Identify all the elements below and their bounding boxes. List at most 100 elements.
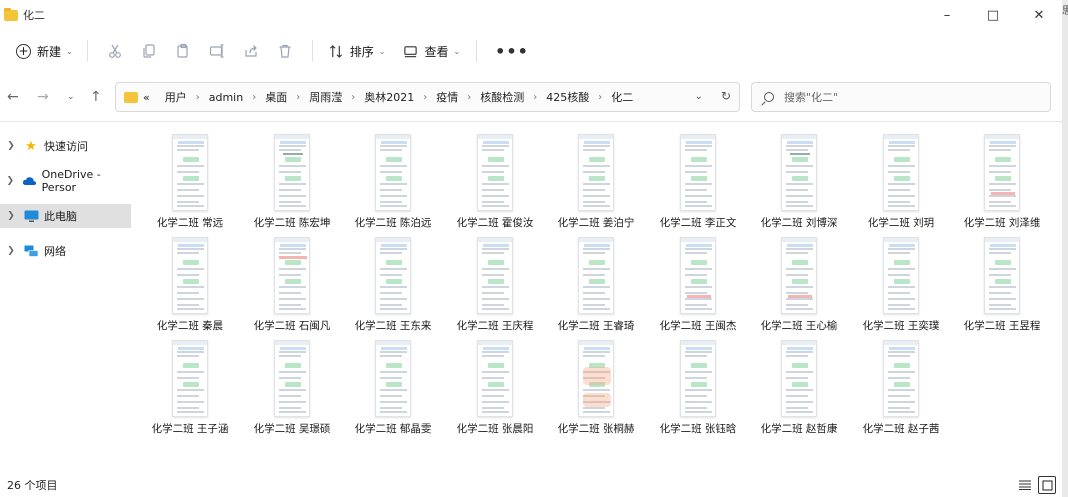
sidebar-item-label: 快速访问 (44, 140, 88, 153)
file-item[interactable]: 化学二班 陈宏坤 (242, 126, 342, 230)
refresh-icon[interactable]: ↻ (721, 89, 731, 103)
image-thumbnail (375, 134, 411, 211)
title-bar: 化二 – □ ✕ (0, 0, 1062, 30)
breadcrumb-item[interactable]: 425核酸 (546, 89, 589, 105)
file-item[interactable]: 化学二班 石闽凡 (242, 229, 342, 333)
breadcrumb-chevron-icon: › (252, 91, 257, 103)
file-item[interactable]: 化学二班 王闽杰 (648, 229, 748, 333)
background-window-edge: 思 (1062, 0, 1068, 497)
search-input[interactable]: 搜索"化二" (751, 82, 1051, 112)
recent-locations-icon[interactable]: ⌄ (67, 92, 75, 102)
breadcrumb-item[interactable]: 周雨滢 (309, 89, 342, 105)
view-button[interactable]: 查看 ⌄ (397, 37, 466, 65)
expand-chevron-icon[interactable]: ❯ (2, 141, 20, 151)
file-name: 化学二班 常远 (156, 217, 224, 229)
file-item[interactable]: 化学二班 陈泊远 (343, 126, 443, 230)
share-icon[interactable] (234, 37, 268, 65)
cut-icon[interactable] (98, 37, 132, 65)
image-thumbnail (984, 134, 1020, 211)
file-name: 化学二班 赵哲康 (760, 423, 838, 435)
breadcrumb-item[interactable]: 疫情 (436, 89, 458, 105)
image-thumbnail (274, 237, 310, 314)
close-button[interactable]: ✕ (1016, 0, 1062, 30)
details-view-button[interactable] (1016, 476, 1034, 494)
image-thumbnail (477, 340, 513, 417)
breadcrumb-item-current[interactable]: 化二 (611, 89, 633, 105)
image-thumbnail (680, 237, 716, 314)
file-name: 化学二班 陈泊远 (354, 217, 432, 229)
sort-button[interactable]: 排序 ⌄ (323, 37, 392, 65)
breadcrumb-overflow[interactable]: « (143, 91, 150, 104)
up-arrow-icon[interactable]: ↑ (90, 89, 102, 105)
file-item[interactable]: 化学二班 秦晨 (140, 229, 240, 333)
file-item[interactable]: 化学二班 王昱程 (952, 229, 1052, 333)
file-item[interactable]: 化学二班 王子涵 (140, 332, 240, 436)
file-name: 化学二班 秦晨 (156, 320, 224, 332)
file-name: 化学二班 王庆程 (456, 320, 534, 332)
delete-icon[interactable] (268, 37, 302, 65)
sidebar-item-network[interactable]: ❯ 网络 (0, 239, 131, 263)
sidebar-item-onedrive[interactable]: ❯ OneDrive - Persor (0, 168, 131, 194)
file-item[interactable]: 化学二班 赵哲康 (749, 332, 849, 436)
address-history-chevron-icon[interactable]: ⌄ (695, 91, 703, 102)
breadcrumb-chevron-icon: › (423, 91, 428, 103)
sidebar-item-label: OneDrive - Persor (41, 168, 101, 194)
large-icons-view-button[interactable] (1038, 476, 1056, 494)
file-item[interactable]: 化学二班 刘博深 (749, 126, 849, 230)
file-name: 化学二班 王奕璞 (862, 320, 940, 332)
file-name: 化学二班 陈宏坤 (253, 217, 331, 229)
expand-chevron-icon[interactable]: ❯ (2, 211, 20, 221)
back-arrow-icon[interactable]: ← (7, 89, 19, 105)
file-item[interactable]: 化学二班 王心榆 (749, 229, 849, 333)
explorer-window: 化二 – □ ✕ + 新建 ⌄ 排序 ⌄ 查看 ⌄ ••• ← → ⌄ ↑ « … (0, 0, 1062, 497)
breadcrumb-item[interactable]: 用户 (165, 89, 187, 105)
sidebar-item-quick-access[interactable]: ❯ ★ 快速访问 (0, 134, 131, 158)
file-item[interactable]: 化学二班 郁晶雯 (343, 332, 443, 436)
paste-icon[interactable] (166, 37, 200, 65)
file-name: 化学二班 吴璟硕 (253, 423, 331, 435)
rename-icon[interactable] (200, 37, 234, 65)
file-item[interactable]: 化学二班 赵子茜 (851, 332, 951, 436)
file-name: 化学二班 赵子茜 (862, 423, 940, 435)
file-item[interactable]: 化学二班 姜泊宁 (546, 126, 646, 230)
image-thumbnail (578, 237, 614, 314)
breadcrumb-item[interactable]: admin (209, 91, 243, 104)
file-item[interactable]: 化学二班 张晨阳 (445, 332, 545, 436)
breadcrumb-item[interactable]: 核酸检测 (480, 89, 524, 105)
file-item[interactable]: 化学二班 李正文 (648, 126, 748, 230)
file-item[interactable]: 化学二班 常远 (140, 126, 240, 230)
forward-arrow-icon[interactable]: → (37, 89, 49, 105)
file-item[interactable]: 化学二班 王睿琦 (546, 229, 646, 333)
breadcrumb-item[interactable]: 奥林2021 (364, 89, 414, 105)
image-thumbnail (984, 237, 1020, 314)
minimize-button[interactable]: – (924, 0, 970, 30)
chevron-down-icon: ⌄ (66, 46, 73, 56)
chevron-down-icon: ⌄ (453, 46, 461, 56)
file-item[interactable]: 化学二班 刘泽维 (952, 126, 1052, 230)
folder-icon (4, 7, 18, 21)
file-item[interactable]: 化学二班 张钰晗 (648, 332, 748, 436)
image-thumbnail (781, 237, 817, 314)
file-item[interactable]: 化学二班 王东来 (343, 229, 443, 333)
file-item[interactable]: 化学二班 王奕璞 (851, 229, 951, 333)
maximize-button[interactable]: □ (970, 0, 1016, 30)
address-bar[interactable]: « 用户 › admin › 桌面 › 周雨滢 › 奥林2021 › 疫情 › … (115, 82, 740, 112)
image-thumbnail (883, 134, 919, 211)
file-item[interactable]: 化学二班 吴璟硕 (242, 332, 342, 436)
new-button[interactable]: + 新建 ⌄ (12, 37, 77, 65)
sidebar-item-label: 此电脑 (44, 210, 77, 223)
breadcrumb-chevron-icon: › (598, 91, 603, 103)
file-item[interactable]: 化学二班 霍俊汝 (445, 126, 545, 230)
copy-icon[interactable] (132, 37, 166, 65)
more-options-button[interactable]: ••• (495, 42, 529, 61)
file-item[interactable]: 化学二班 张桐赫 (546, 332, 646, 436)
plus-icon: + (16, 43, 31, 59)
sidebar-item-this-pc[interactable]: ❯ 此电脑 (0, 204, 131, 228)
file-item[interactable]: 化学二班 刘玥 (851, 126, 951, 230)
expand-chevron-icon[interactable]: ❯ (2, 246, 20, 256)
breadcrumb-item[interactable]: 桌面 (265, 89, 287, 105)
status-bar: 26 个项目 (0, 473, 1062, 497)
expand-chevron-icon[interactable]: ❯ (2, 176, 19, 186)
details-view-icon (1019, 480, 1031, 490)
file-item[interactable]: 化学二班 王庆程 (445, 229, 545, 333)
